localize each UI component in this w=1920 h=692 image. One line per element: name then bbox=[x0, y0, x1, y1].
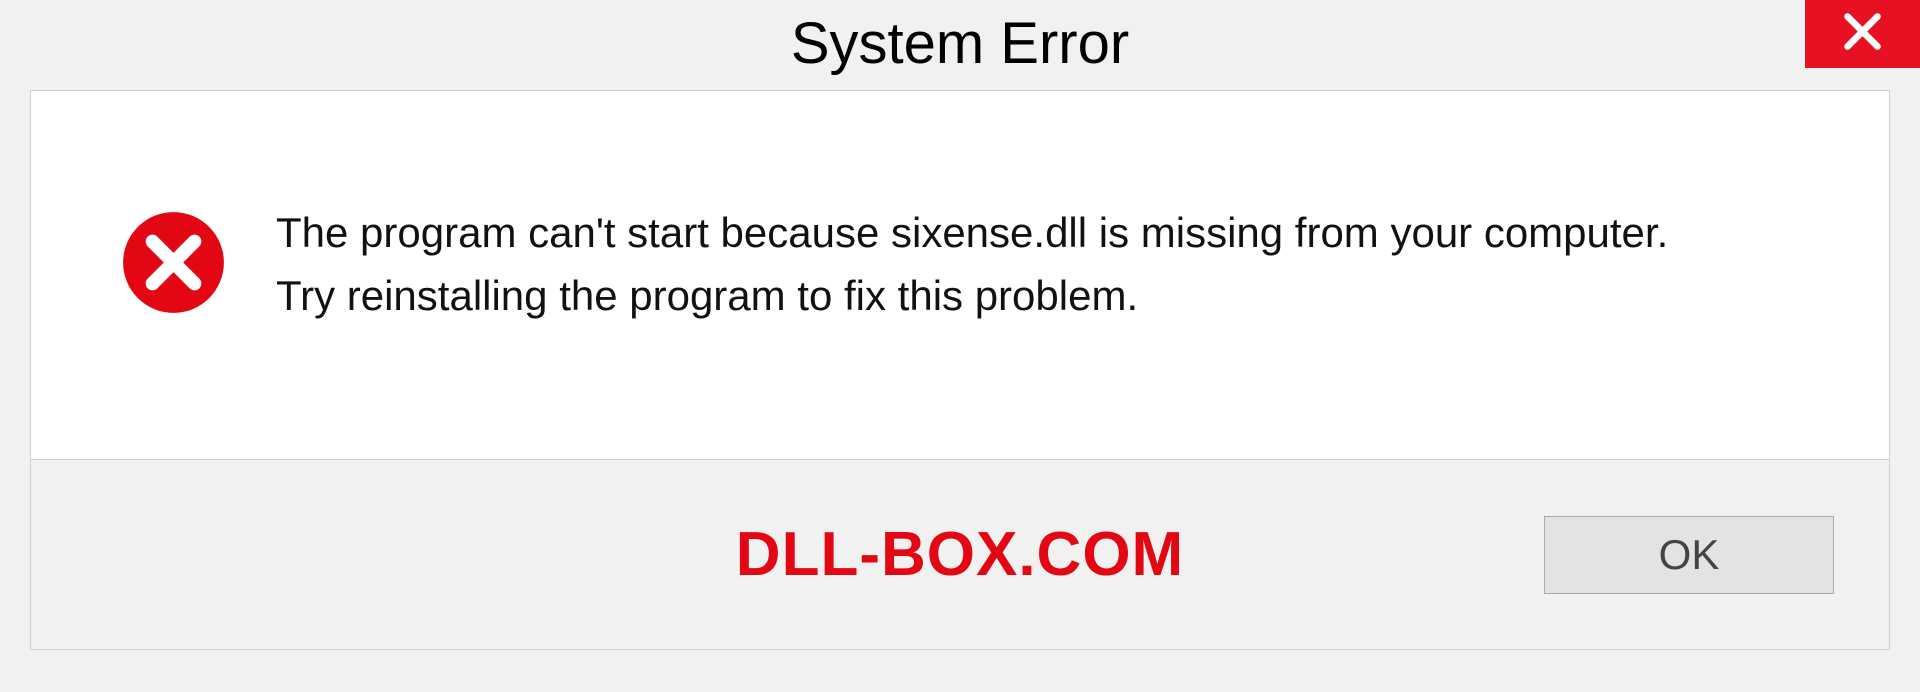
watermark-text: DLL-BOX.COM bbox=[736, 519, 1184, 590]
dialog-footer: DLL-BOX.COM OK bbox=[30, 460, 1890, 650]
message-line-1: The program can't start because sixense.… bbox=[276, 205, 1668, 262]
error-icon bbox=[121, 210, 226, 320]
titlebar: System Error bbox=[0, 0, 1920, 90]
message-line-2: Try reinstalling the program to fix this… bbox=[276, 268, 1668, 325]
message-text-block: The program can't start because sixense.… bbox=[276, 205, 1668, 324]
ok-button[interactable]: OK bbox=[1544, 516, 1834, 594]
dialog-title: System Error bbox=[791, 10, 1129, 77]
message-panel: The program can't start because sixense.… bbox=[30, 90, 1890, 460]
close-button[interactable] bbox=[1805, 0, 1920, 68]
close-icon bbox=[1840, 9, 1885, 59]
